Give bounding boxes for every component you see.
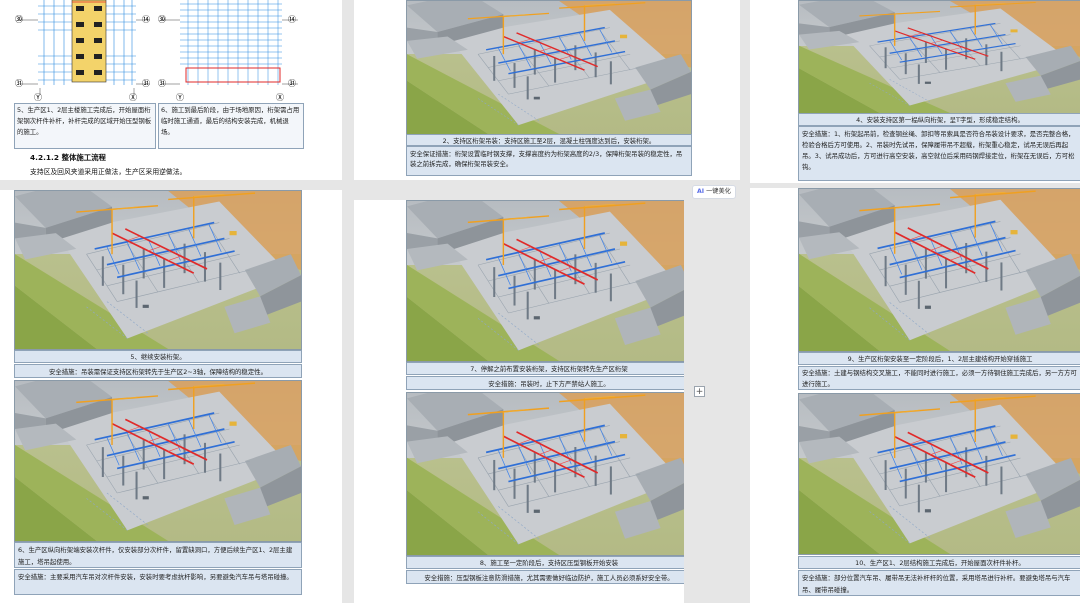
- add-button[interactable]: +: [694, 386, 705, 397]
- axis-label-31: ㉛: [15, 79, 23, 88]
- page-bottom-middle: 7、停解之前布置安装桁架，支持区桁架转先生产区桁架 安全措施：吊装时，止下方严禁…: [354, 200, 684, 603]
- caption-step-7-title: 7、停解之前布置安装桁架，支持区桁架转先生产区桁架: [406, 362, 684, 375]
- page-bottom-right: 9、生产区桁架安装至一定阶段后，1、2层主建结构开始穿插施工 安全措施：土建与钢…: [750, 188, 1080, 603]
- page-top-left: ㉚ ㉛ ⑭ ㉛ Ⓨ Ⓧ ㉚ ㉛ ⑭ ㉛ Ⓨ Ⓧ 5、生产区1、2层主楼施工完成后…: [0, 0, 342, 180]
- caption-step-6-top: 6、施工到最后阶段，由于场地原因，桁架需占用临时施工通道，最后的结构安装完成，机…: [158, 103, 304, 149]
- elevation-drawing-right: ㉚ ㉛ ⑭ ㉛ Ⓨ Ⓧ: [158, 0, 304, 103]
- render-step-7: [406, 200, 684, 362]
- caption-step-4-title: 4、安装支持区第一榀纵向桁架，呈T字型，形成稳定结构。: [798, 113, 1080, 126]
- axis-label-30-r: ㉚: [158, 15, 166, 24]
- axis-label-31-r: ㉛: [158, 79, 166, 88]
- section-paragraph: 支持区及回风夹道采用正做法，生产区采用逆做法。: [30, 168, 187, 176]
- page-top-right: 4、安装支持区第一榀纵向桁架，呈T字型，形成稳定结构。 安全措施：1、桁架起吊前…: [750, 0, 1080, 183]
- caption-step-9-title: 9、生产区桁架安装至一定阶段后，1、2层主建结构开始穿插施工: [798, 352, 1080, 365]
- caption-step-10-safety: 安全措施：部分位置汽车吊、履带吊无法补杆杆的位置，采用塔吊进行补杆。要避免塔吊与…: [798, 570, 1080, 596]
- axis-label-y-r: Ⓨ: [176, 93, 184, 102]
- caption-step-8-title: 8、施工至一定阶段后，支持区压型钢板开始安装: [406, 556, 684, 569]
- caption-step-2-title: 2、支持区桁架吊装：支持区施工至2层，混凝土柱强度达到后，安装桁架。: [406, 134, 692, 146]
- caption-step-6-safety: 安全措施：主要采用汽车吊对次杆件安装，安装时要考虑抗杆影响，另要避免汽车吊与塔吊…: [14, 569, 302, 595]
- caption-step-8-safety: 安全措施：压型钢板注意防滑措施，尤其需要做好临边防护，施工人员必须系好安全带。: [406, 570, 684, 584]
- caption-step-10-title: 10、生产区1、2层结构施工完成后，开始屋面次杆件补杆。: [798, 556, 1080, 569]
- render-step-4: [798, 0, 1080, 114]
- render-step-8: [406, 392, 684, 556]
- axis-label-x: Ⓧ: [129, 93, 137, 102]
- section-heading: 4.2.1.2 整体施工流程: [30, 153, 106, 162]
- render-step-9: [798, 188, 1080, 352]
- render-step-10: [798, 393, 1080, 555]
- axis-label-31b: ㉛: [142, 79, 150, 88]
- caption-step-9-safety: 安全措施：土建与钢结构交叉施工，不能同时进行施工，必须一方待钢住施工完成后，另一…: [798, 366, 1080, 390]
- caption-step-7-safety: 安全措施：吊装时，止下方严禁站人施工。: [406, 376, 684, 390]
- axis-label-30: ㉚: [15, 15, 23, 24]
- axis-label-14-r: ⑭: [288, 15, 296, 24]
- axis-label-31-r2: ㉛: [288, 79, 296, 88]
- caption-step-2-safety: 安全保证措施：桁架设置临时钢支撑，支撑高度约为桁架高度的2/3，保障桁架吊装的稳…: [406, 146, 692, 176]
- axis-label-y: Ⓨ: [34, 93, 42, 102]
- caption-step-4-safety: 安全措施：1、桁架起吊前，检查钢丝绳、卸扣等吊索具是否符合吊装设计要求，是否完整…: [798, 126, 1080, 181]
- axis-label-14: ⑭: [142, 15, 150, 24]
- ai-icon: AI: [697, 188, 705, 195]
- render-step-6: [14, 380, 302, 542]
- render-step-5: [14, 190, 302, 350]
- page-top-middle: 2、支持区桁架吊装：支持区施工至2层，混凝土柱强度达到后，安装桁架。 安全保证措…: [354, 0, 740, 180]
- one-click-beautify-button[interactable]: AI 一键美化: [692, 185, 736, 199]
- caption-step-5-safety: 安全措施：吊装需保证支持区桁架转先于生产区2~3轴，保障结构的稳定性。: [14, 364, 302, 378]
- beautify-label: 一键美化: [706, 188, 731, 195]
- caption-step-6-title: 6、生产区纵向桁架端安装次杆件，仅安装部分次杆件，留置缺洞口，方便后续生产区1、…: [14, 542, 302, 568]
- axis-label-x-r: Ⓧ: [276, 93, 284, 102]
- caption-step-5-top: 5、生产区1、2层主楼施工完成后，开始屋面桁架钢次杆件补杆，补杆完成的区域开始压…: [14, 103, 156, 149]
- elevation-drawing-left: ㉚ ㉛ ⑭ ㉛ Ⓨ Ⓧ: [14, 0, 156, 103]
- caption-step-5-title: 5、继续安装桁架。: [14, 350, 302, 363]
- page-bottom-left: 5、继续安装桁架。 安全措施：吊装需保证支持区桁架转先于生产区2~3轴，保障结构…: [0, 190, 342, 603]
- render-step-2: [406, 0, 692, 135]
